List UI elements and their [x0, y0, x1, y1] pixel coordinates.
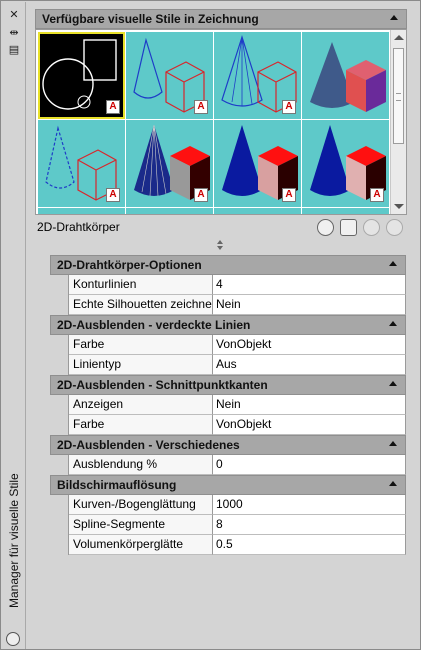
- splitter-up-icon: [217, 240, 223, 244]
- collapse-icon[interactable]: [389, 261, 397, 266]
- property-value[interactable]: 4: [213, 275, 406, 295]
- style-thumbnail-2d-wireframe[interactable]: A: [38, 32, 125, 119]
- section-hidden-lines: 2D-Ausblenden - verdeckte Linien Farbe V…: [50, 315, 406, 375]
- section-title: Bildschirmauflösung: [57, 478, 177, 492]
- property-row[interactable]: Ausblendung % 0: [68, 455, 406, 475]
- property-value[interactable]: 0.5: [213, 535, 406, 555]
- property-value[interactable]: Nein: [213, 295, 406, 315]
- section-header[interactable]: 2D-Ausblenden - Verschiedenes: [50, 435, 406, 455]
- style-type-icon: A: [106, 188, 120, 202]
- section-title: 2D-Ausblenden - verdeckte Linien: [57, 318, 251, 332]
- section-wireframe-options: 2D-Drahtkörper-Optionen Konturlinien 4 E…: [50, 255, 406, 315]
- selected-style-name: 2D-Drahtkörper: [37, 220, 120, 234]
- collapse-icon[interactable]: [389, 441, 397, 446]
- section-title: 2D-Ausblenden - Verschiedenes: [57, 438, 240, 452]
- style-type-icon: A: [282, 100, 296, 114]
- apply-to-viewport-icon[interactable]: [340, 219, 357, 236]
- property-row[interactable]: Anzeigen Nein: [68, 395, 406, 415]
- property-label: Anzeigen: [69, 395, 213, 415]
- style-type-icon: A: [282, 188, 296, 202]
- style-thumbnail-3d-wireframe[interactable]: A: [126, 32, 213, 119]
- gallery-header-label: Verfügbare visuelle Stile in Zeichnung: [42, 12, 259, 26]
- style-thumbnail-shaded-gray[interactable]: A: [302, 120, 389, 207]
- style-thumbnail-partial[interactable]: [38, 208, 125, 214]
- scrollbar-thumb[interactable]: [393, 48, 404, 144]
- section-miscellaneous: 2D-Ausblenden - Verschiedenes Ausblendun…: [50, 435, 406, 475]
- property-label: Farbe: [69, 415, 213, 435]
- style-thumbnail-shaded-edges[interactable]: A: [126, 120, 213, 207]
- style-thumbnail-partial[interactable]: [126, 208, 213, 214]
- property-value[interactable]: Aus: [213, 355, 406, 375]
- property-value[interactable]: 8: [213, 515, 406, 535]
- create-style-icon[interactable]: [317, 219, 334, 236]
- style-type-icon: A: [370, 188, 384, 202]
- style-type-icon: A: [106, 100, 120, 114]
- property-label: Konturlinien: [69, 275, 213, 295]
- style-type-icon: A: [194, 188, 208, 202]
- section-header[interactable]: 2D-Ausblenden - Schnittpunktkanten: [50, 375, 406, 395]
- property-value[interactable]: 0: [213, 455, 406, 475]
- delete-style-icon[interactable]: [386, 219, 403, 236]
- section-header[interactable]: 2D-Ausblenden - verdeckte Linien: [50, 315, 406, 335]
- property-row[interactable]: Echte Silhouetten zeichnen Nein: [68, 295, 406, 315]
- scroll-down-icon[interactable]: [394, 204, 404, 209]
- property-value[interactable]: VonObjekt: [213, 415, 406, 435]
- style-thumbnail-partial[interactable]: [214, 208, 301, 214]
- collapse-icon[interactable]: [389, 321, 397, 326]
- section-display-resolution: Bildschirmauflösung Kurven-/Bogenglättun…: [50, 475, 406, 555]
- property-label: Echte Silhouetten zeichnen: [69, 295, 213, 315]
- section-title: 2D-Drahtkörper-Optionen: [57, 258, 202, 272]
- style-thumbnail-shaded[interactable]: A: [214, 120, 301, 207]
- property-label: Spline-Segmente: [69, 515, 213, 535]
- section-title: 2D-Ausblenden - Schnittpunktkanten: [57, 378, 268, 392]
- section-header[interactable]: Bildschirmauflösung: [50, 475, 406, 495]
- property-value[interactable]: 1000: [213, 495, 406, 515]
- property-row[interactable]: Spline-Segmente 8: [68, 515, 406, 535]
- scroll-up-icon[interactable]: [394, 35, 404, 40]
- collapse-icon[interactable]: [390, 15, 398, 20]
- property-row[interactable]: Linientyp Aus: [68, 355, 406, 375]
- gallery-scrollbar[interactable]: [390, 30, 406, 214]
- section-intersection-edges: 2D-Ausblenden - Schnittpunktkanten Anzei…: [50, 375, 406, 435]
- section-header[interactable]: 2D-Drahtkörper-Optionen: [50, 255, 406, 275]
- property-label: Farbe: [69, 335, 213, 355]
- style-type-icon: A: [194, 100, 208, 114]
- property-row[interactable]: Farbe VonObjekt: [68, 415, 406, 435]
- visual-styles-palette: ✕ ⇹ ▤ Manager für visuelle Stile Verfügb…: [0, 0, 421, 650]
- properties-panel: 2D-Drahtkörper-Optionen Konturlinien 4 E…: [50, 255, 406, 555]
- property-label: Kurven-/Bogenglättung: [69, 495, 213, 515]
- property-label: Volumenkörperglätte: [69, 535, 213, 555]
- collapse-icon[interactable]: [389, 381, 397, 386]
- visual-styles-gallery: A A A A A A A: [35, 29, 407, 215]
- property-row[interactable]: Kurven-/Bogenglättung 1000: [68, 495, 406, 515]
- style-thumbnail-partial[interactable]: [302, 208, 389, 214]
- panel-splitter[interactable]: [35, 239, 407, 251]
- palette-status-icon: [6, 632, 20, 646]
- style-thumbnail-realistic[interactable]: [302, 32, 389, 119]
- property-row[interactable]: Volumenkörperglätte 0.5: [68, 535, 406, 555]
- property-value[interactable]: VonObjekt: [213, 335, 406, 355]
- gallery-header[interactable]: Verfügbare visuelle Stile in Zeichnung: [35, 9, 407, 29]
- property-value[interactable]: Nein: [213, 395, 406, 415]
- style-thumbnail-hidden[interactable]: A: [214, 32, 301, 119]
- property-row[interactable]: Farbe VonObjekt: [68, 335, 406, 355]
- collapse-icon[interactable]: [389, 481, 397, 486]
- export-to-palette-icon[interactable]: [363, 219, 380, 236]
- splitter-down-icon: [217, 246, 223, 250]
- property-row[interactable]: Konturlinien 4: [68, 275, 406, 295]
- property-label: Linientyp: [69, 355, 213, 375]
- property-label: Ausblendung %: [69, 455, 213, 475]
- palette-title: Manager für visuelle Stile: [7, 473, 21, 608]
- style-thumbnail-conceptual-wire[interactable]: A: [38, 120, 125, 207]
- style-toolbar: 2D-Drahtkörper: [35, 215, 407, 239]
- palette-title-bar[interactable]: ✕ ⇹ ▤ Manager für visuelle Stile: [2, 2, 26, 649]
